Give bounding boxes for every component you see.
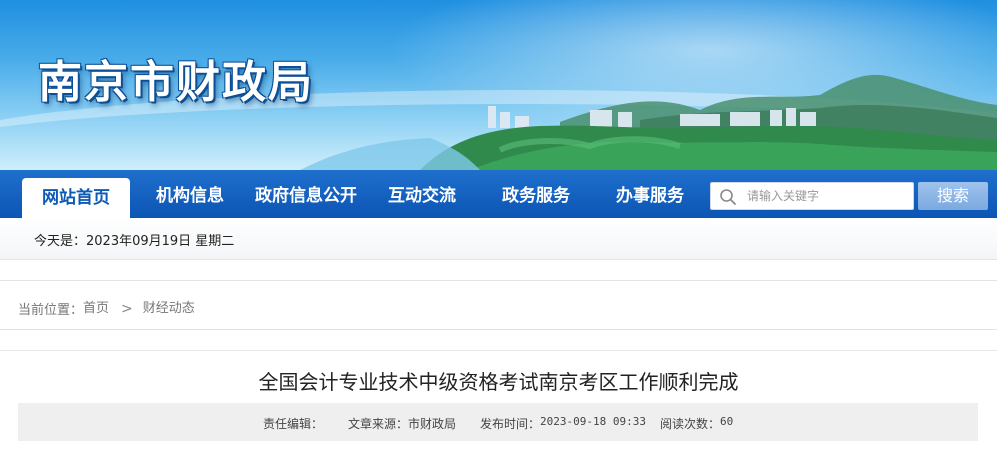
breadcrumb: 当前位置：首页 > 财经动态 (18, 297, 195, 319)
meta-publish-label: 发布时间： (480, 417, 541, 431)
site-title: 南京市财政局 (38, 57, 314, 108)
breadcrumb-area: 当前位置：首页 > 财经动态 (0, 280, 997, 330)
breadcrumb-current-link[interactable]: 财经动态 (143, 301, 195, 316)
article-divider (0, 350, 997, 351)
date-bar: 今天是：2023年09月19日 星期二 (0, 218, 997, 260)
search-input[interactable] (747, 186, 907, 206)
header-banner: 南京市财政局 (0, 0, 997, 170)
search-icon (720, 189, 736, 205)
breadcrumb-separator-icon: > (121, 300, 133, 317)
nav-item-interaction[interactable]: 互动交流 (372, 170, 472, 218)
nav-item-organization[interactable]: 机构信息 (140, 170, 240, 218)
nav-item-gov-info[interactable]: 政府信息公开 (244, 170, 368, 218)
meta-source-value: 市财政局 (408, 417, 457, 431)
current-date: 今天是：2023年09月19日 星期二 (34, 234, 235, 249)
nav-item-gov-services[interactable]: 政务服务 (486, 170, 586, 218)
search-button[interactable]: 搜索 (918, 182, 988, 210)
nav-item-home[interactable]: 网站首页 (22, 178, 130, 218)
nav-item-business-services[interactable]: 办事服务 (600, 170, 700, 218)
breadcrumb-home-link[interactable]: 首页 (83, 301, 109, 316)
meta-source-label: 文章来源： (348, 417, 409, 431)
meta-views-value: 60 (720, 415, 734, 428)
meta-views-label: 阅读次数： (660, 417, 721, 431)
meta-publish-value: 2023-09-18 09:33 (540, 415, 646, 428)
search-box (710, 182, 914, 210)
article-title: 全国会计专业技术中级资格考试南京考区工作顺利完成 (258, 370, 739, 394)
article-meta-bar: 责任编辑： 文章来源： 市财政局 发布时间： 2023-09-18 09:33 … (18, 403, 978, 441)
breadcrumb-prefix: 当前位置： (18, 303, 84, 318)
meta-editor-label: 责任编辑： (263, 417, 324, 431)
